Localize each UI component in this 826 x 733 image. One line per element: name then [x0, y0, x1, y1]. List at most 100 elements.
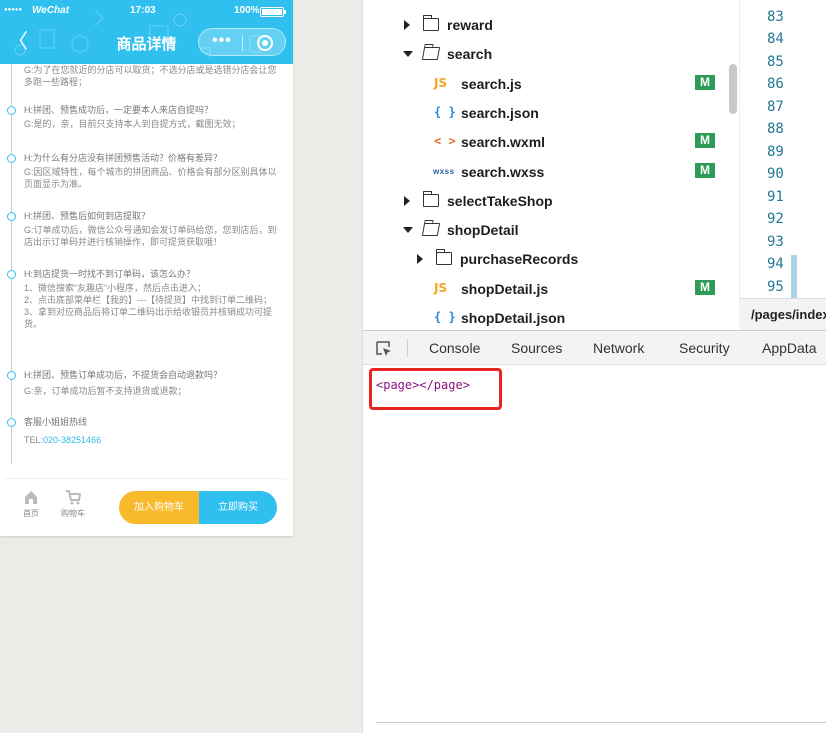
tab-cart[interactable]: 购物车 — [58, 489, 88, 519]
faq-list: G:为了在您就近的分店可以取货；不选分店或是选错分店会让您多跑一些路程； H:拼… — [0, 64, 293, 478]
line-number: 88 — [767, 121, 784, 137]
folder-label: shopDetail — [447, 222, 519, 239]
file-tree-row[interactable]: JS shopDetail.js M — [363, 274, 733, 303]
file-label: search.json — [461, 104, 539, 121]
carrier-label: WeChat — [32, 5, 70, 16]
faq-text: H:为什么有分店没有拼团预售活动？价格有差异？ G:因区域特性，每个城市的拼团商… — [24, 152, 280, 190]
modified-badge: M — [695, 162, 715, 178]
folder-label: reward — [447, 17, 493, 33]
editor-scroll-indicator[interactable] — [791, 255, 797, 298]
folder-label: purchaseRecords — [460, 251, 579, 268]
folder-label: search — [447, 46, 493, 63]
caret-down-icon[interactable] — [403, 51, 413, 58]
folder-icon — [422, 190, 439, 207]
nav-bar: 〈 商品详情 ••• — [0, 24, 293, 60]
folder-icon — [422, 15, 439, 31]
tab-console[interactable]: Console — [429, 340, 480, 356]
tab-network[interactable]: Network — [593, 340, 644, 356]
battery-icon — [260, 7, 286, 17]
add-to-cart-button[interactable]: 加入购物车 — [119, 491, 199, 524]
inspect-element-icon[interactable] — [375, 340, 393, 358]
file-tree-row[interactable]: purchaseRecords — [363, 244, 733, 273]
console-divider — [376, 722, 826, 723]
file-tree-scrollbar[interactable] — [729, 64, 737, 114]
faq-question: H:为什么有分店没有拼团预售活动？价格有差异？ — [24, 153, 223, 163]
faq-question: H:拼团、预售后如何到店提取？ — [24, 211, 151, 221]
faq-answer: G:是的，亲，目前只支持本人到自提方式，截图无效； — [24, 119, 241, 129]
line-number: 92 — [767, 211, 784, 227]
line-number: 83 — [767, 8, 784, 25]
buy-now-button[interactable]: 立即购买 — [199, 491, 277, 524]
faq-question: H:拼团、预售成功后，一定要本人来店自提吗？ — [24, 105, 214, 115]
file-tree-row[interactable]: selectTakeShop — [363, 186, 733, 215]
hotline-tel-link[interactable]: 020-38251466 — [43, 435, 101, 445]
signal-icon: ●●●●● — [4, 7, 23, 13]
line-number: 84 — [767, 31, 784, 47]
caret-down-icon[interactable] — [403, 227, 413, 234]
current-page-path: /pages/index — [751, 307, 826, 322]
file-tree-row[interactable]: { } shopDetail.json — [363, 303, 733, 330]
cart-icon — [66, 490, 81, 505]
hotline-tel-prefix: TEL: — [24, 435, 44, 445]
faq-question: H:拼团、预售订单成功后，不提货会自动退款吗？ — [24, 370, 223, 380]
more-icon[interactable]: ••• — [212, 32, 232, 50]
phone-simulator: ●●●●● WeChat 17:03 100% 〈 商品详情 ••• G:为了在… — [0, 0, 293, 536]
timeline-dot — [7, 270, 16, 279]
tab-security[interactable]: Security — [679, 340, 730, 356]
js-file-icon: JS — [434, 75, 448, 90]
tab-cart-label: 购物车 — [61, 509, 85, 518]
devtools-panel: reward search JS search.js M { } search.json < … — [362, 0, 826, 733]
capsule-divider — [242, 35, 243, 51]
faq-answer: G:因区域特性，每个城市的拼团商品、价格会有部分区别具体以页面显示为准。 — [24, 167, 277, 189]
faq-text: H:到店提货一时找不到订单码，该怎么办？ 1、微信搜索“友趣店”小程序，然后点击… — [24, 268, 280, 330]
phone-header: ●●●●● WeChat 17:03 100% 〈 商品详情 ••• — [0, 0, 293, 64]
home-icon — [25, 491, 37, 504]
js-file-icon: JS — [434, 280, 448, 295]
timeline-dot — [7, 212, 16, 221]
status-bar: ●●●●● WeChat 17:03 100% — [0, 0, 293, 22]
modified-badge: M — [695, 133, 715, 149]
bottom-action-bar: 首页 购物车 加入购物车 立即购买 — [0, 478, 293, 536]
screen: ●●●●● WeChat 17:03 100% 〈 商品详情 ••• G:为了在… — [0, 0, 826, 733]
tab-sources[interactable]: Sources — [511, 340, 562, 356]
file-tree-row[interactable]: { } search.json — [363, 98, 733, 127]
caret-right-icon[interactable] — [417, 254, 423, 265]
editor-gutter: 8283848586878889909192939495 — [739, 0, 826, 298]
file-tree-row[interactable]: wxss search.wxss M — [363, 157, 733, 186]
close-miniprogram-icon[interactable] — [257, 35, 273, 51]
folder-open-icon — [421, 47, 441, 61]
file-label: search.wxml — [461, 134, 546, 151]
file-tree-row[interactable]: < > search.wxml M — [363, 127, 733, 156]
file-tree-row[interactable]: reward — [363, 10, 733, 39]
faq-question: H:到店提货一时找不到订单码，该怎么办？ — [24, 269, 196, 279]
hotline-phone: TEL:020-38251466 — [24, 434, 280, 446]
caret-right-icon[interactable] — [404, 20, 410, 30]
tab-appdata[interactable]: AppData — [762, 340, 816, 356]
json-file-icon: { } — [434, 104, 456, 119]
tab-home[interactable]: 首页 — [16, 489, 46, 519]
folder-open-icon — [421, 223, 441, 237]
file-label: search.wxss — [461, 163, 545, 180]
timeline-dot — [7, 154, 16, 163]
caret-right-icon[interactable] — [404, 195, 410, 206]
hotline-label: 客服小姐姐热线 — [24, 417, 88, 427]
file-tree-row[interactable]: shopDetail — [363, 215, 733, 244]
timeline-line — [11, 64, 12, 464]
wxml-file-icon: < > — [434, 134, 456, 149]
file-tree-row[interactable]: search — [363, 39, 733, 68]
line-number: 89 — [767, 143, 784, 160]
line-number: 90 — [767, 166, 784, 182]
line-number: 85 — [767, 53, 784, 70]
faq-answer: G:订单成功后，微信公众号通知会发订单码给您，您到店后，到店出示订单码并进行核销… — [24, 225, 277, 247]
line-number: 82 — [767, 0, 797, 2]
file-tree-row[interactable]: JS search.js M — [363, 69, 733, 98]
faq-text: H:拼团、预售后如何到店提取？ G:订单成功后，微信公众号通知会发订单码给您，您… — [24, 210, 280, 248]
devtools-tabbar: Console Sources Network Security AppData — [363, 330, 826, 365]
line-number: 93 — [767, 233, 784, 250]
editor-path-bar: /pages/index — [739, 298, 826, 330]
file-label: search.js — [461, 75, 522, 92]
battery-fill — [262, 9, 282, 15]
faq-answer: G:亲，订单成功后暂不支持退货或退款； — [24, 386, 187, 396]
line-number: 91 — [767, 188, 784, 205]
json-file-icon: { } — [434, 310, 456, 324]
